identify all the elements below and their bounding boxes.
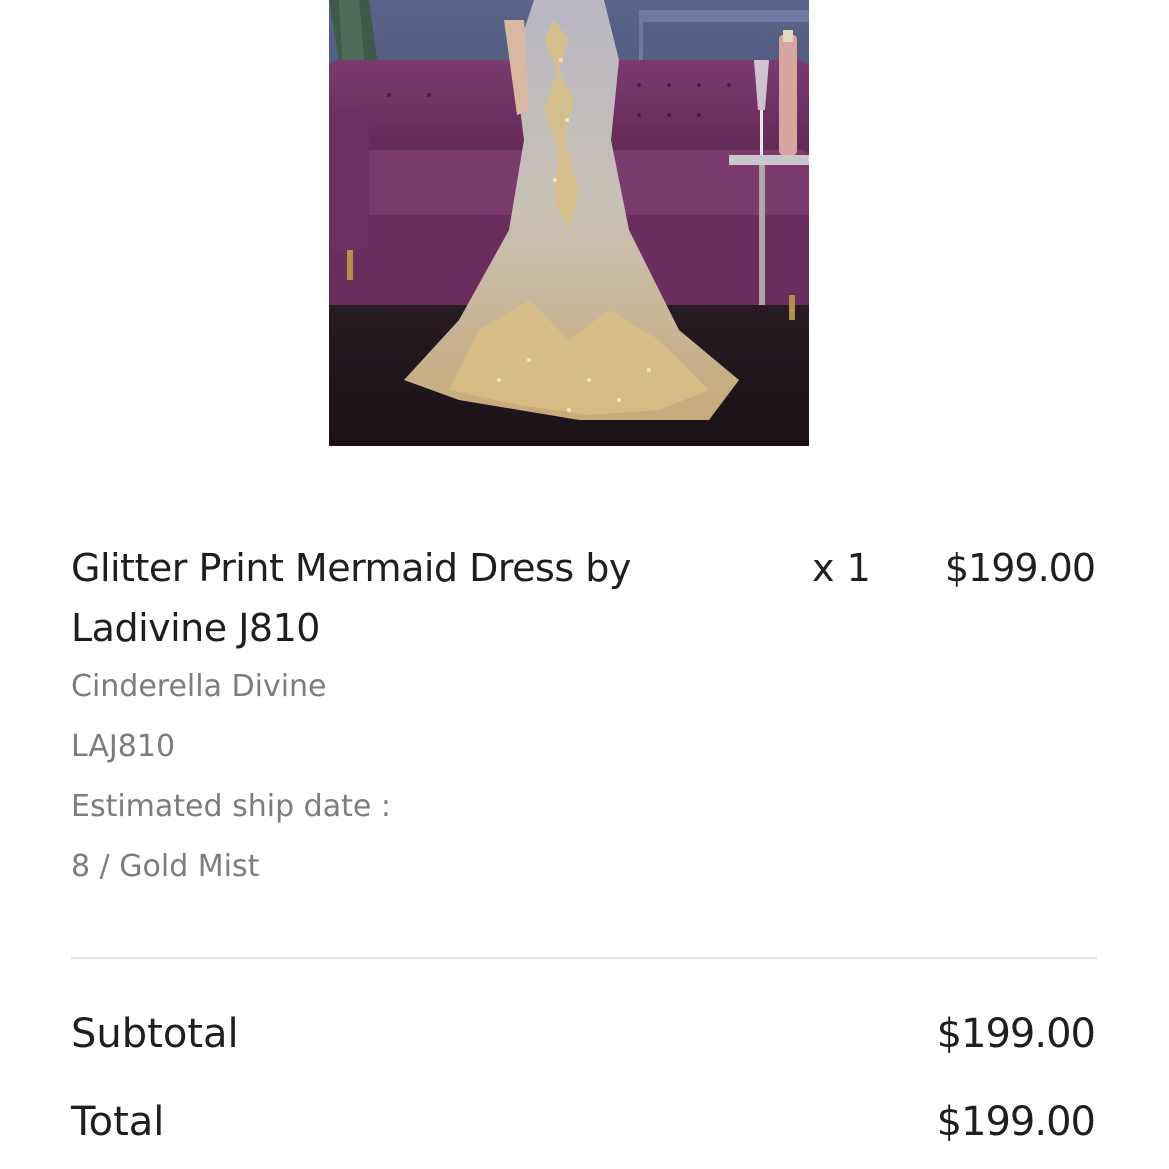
total-value: $199.00	[936, 1099, 1096, 1145]
subtotal-value: $199.00	[936, 1011, 1096, 1057]
product-quantity: x 1	[812, 546, 871, 590]
subtotal-label: Subtotal	[71, 1011, 239, 1057]
dress-photo	[329, 0, 809, 446]
product-title[interactable]: Glitter Print Mermaid Dress by Ladivine …	[71, 538, 761, 658]
ship-date-label: Estimated ship date :	[71, 789, 391, 824]
product-price: $199.00	[944, 546, 1096, 590]
product-sku: LAJ810	[71, 729, 176, 764]
total-label: Total	[71, 1099, 165, 1145]
summary-divider	[71, 957, 1097, 959]
product-variant: 8 / Gold Mist	[71, 849, 260, 884]
product-image[interactable]	[329, 0, 809, 446]
product-brand: Cinderella Divine	[71, 669, 327, 704]
